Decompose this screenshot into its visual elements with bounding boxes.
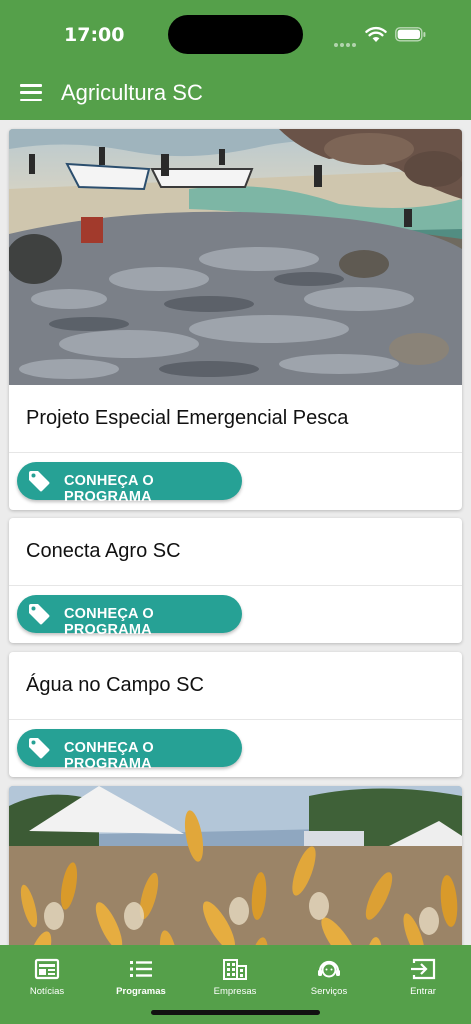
tag-icon [29, 604, 50, 625]
list-icon [130, 961, 152, 977]
nav-label: Empresas [213, 986, 257, 997]
conheca-programa-button[interactable]: CONHEÇA O PROGRAMA [17, 462, 242, 505]
tag-icon [29, 738, 50, 759]
program-card: Conecta Agro SC CONHEÇA O PROGRAMA [9, 518, 462, 643]
button-label: CONHEÇA O PROGRAMA [64, 740, 154, 772]
nav-label: Notícias [29, 986, 65, 997]
program-list[interactable]: Projeto Especial Emergencial Pesca CONHE… [0, 120, 471, 945]
corn-harvest-image [9, 786, 462, 945]
app-title: Agricultura SC [61, 80, 203, 105]
status-bar: 17:00 [0, 0, 471, 70]
nav-item-empresas[interactable]: Empresas [188, 957, 282, 997]
support-agent-icon [318, 960, 340, 978]
program-card: Água no Campo SC CONHEÇA O PROGRAMA [9, 652, 462, 777]
card-title: Água no Campo SC [9, 652, 462, 720]
tag-icon [29, 471, 50, 492]
signal-icon [334, 34, 358, 52]
wifi-icon [365, 26, 387, 42]
fishing-beach-image [9, 129, 462, 385]
program-card [9, 786, 462, 945]
button-label: CONHEÇA O PROGRAMA [64, 606, 154, 638]
login-icon [411, 958, 436, 980]
card-title: Projeto Especial Emergencial Pesca [9, 385, 462, 453]
nav-item-noticias[interactable]: Notícias [0, 957, 94, 997]
conheca-programa-button[interactable]: CONHEÇA O PROGRAMA [17, 595, 242, 638]
button-label: CONHEÇA O PROGRAMA [64, 473, 154, 505]
app-bar: Agricultura SC [0, 70, 471, 120]
home-indicator [151, 1010, 320, 1015]
nav-label: Serviços [310, 986, 348, 997]
newspaper-icon [34, 958, 60, 980]
program-card: Projeto Especial Emergencial Pesca CONHE… [9, 129, 462, 510]
nav-item-servicos[interactable]: Serviços [282, 957, 376, 997]
building-icon [223, 959, 247, 980]
menu-icon[interactable] [20, 84, 42, 106]
dynamic-island [168, 15, 303, 54]
battery-icon [395, 27, 426, 42]
card-title: Conecta Agro SC [9, 518, 462, 586]
conheca-programa-button[interactable]: CONHEÇA O PROGRAMA [17, 729, 242, 772]
nav-item-entrar[interactable]: Entrar [376, 957, 470, 997]
status-time: 17:00 [64, 24, 125, 46]
nav-label: Programas [116, 986, 166, 997]
nav-label: Entrar [410, 986, 436, 997]
nav-item-programas[interactable]: Programas [94, 957, 188, 997]
